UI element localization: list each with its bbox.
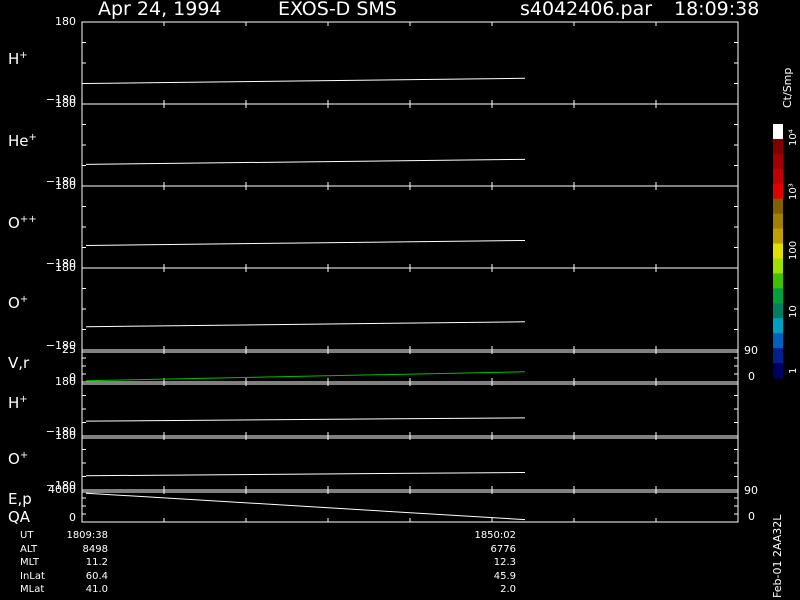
colorbar-segment — [773, 333, 783, 349]
colorbar-segment — [773, 348, 783, 364]
footer-value-start: 1809:38 — [66, 530, 108, 541]
footer-label-ut: UT — [20, 530, 34, 541]
plot-stamp: Feb-01 2AA32L — [771, 514, 784, 598]
colorbar-segment — [773, 228, 783, 245]
series-line-o-plus-2 — [85, 471, 526, 477]
right-tick-label-min: 0 — [748, 510, 755, 523]
colorbar-segment — [773, 124, 783, 140]
footer-label-alt: ALT — [20, 543, 38, 555]
colorbar-segment — [773, 318, 783, 334]
plot-title-time: 18:09:38 — [674, 0, 760, 20]
panel-label-h-plus: H+ — [8, 50, 28, 68]
y-tick-label-max: 180 — [55, 261, 76, 274]
panel-frame — [81, 381, 739, 437]
footer-value-start: 41.0 — [85, 584, 108, 595]
footer-value-start: 8498 — [82, 543, 108, 555]
right-tick-label-max: 90 — [744, 344, 758, 357]
footer-value-end: 1850:02 — [474, 530, 516, 541]
panel-label-h-plus-2: H+ — [8, 394, 28, 412]
series-line-h-plus — [85, 77, 526, 84]
colorbar-segment — [773, 243, 783, 259]
panel-label-o-plus: O+ — [8, 294, 29, 312]
panel-frame — [81, 185, 739, 269]
series-line-vr — [85, 371, 526, 382]
panel-frame — [81, 489, 739, 523]
series-line-o-plus — [85, 321, 526, 328]
colorbar-segment — [773, 138, 783, 155]
colorbar-segment — [773, 288, 783, 304]
y-tick-label-max: 4000 — [48, 483, 76, 496]
colorbar-segment — [773, 258, 783, 274]
panel-frame — [81, 267, 739, 351]
panel-label-he-plus: He+ — [8, 132, 37, 150]
right-tick-label-min: 0 — [748, 370, 755, 383]
colorbar-segment — [773, 273, 783, 289]
series-line-o-plus-plus — [85, 239, 526, 246]
colorbar-segment — [773, 183, 783, 200]
plot-title-date: Apr 24, 1994 — [98, 0, 222, 20]
right-tick-label-max: 90 — [744, 484, 758, 497]
panel-frame — [81, 21, 739, 105]
panel-label-o-plus-plus: O++ — [8, 214, 37, 232]
colorbar-tick-label: 10⁴ — [788, 129, 799, 146]
footer-label-mlt: MLT — [20, 557, 39, 568]
y-tick-label-max: 180 — [55, 375, 76, 388]
colorbar-segment — [773, 153, 783, 170]
colorbar-title: Ct/Smp — [781, 67, 794, 108]
plot-title-file: s4042406.par — [520, 0, 653, 20]
y-tick-label-max: 180 — [55, 97, 76, 110]
series-line-he-plus — [85, 158, 526, 165]
panel-frame — [81, 103, 739, 187]
series-line-ep — [85, 492, 526, 521]
y-tick-label-max: 25 — [62, 343, 76, 356]
colorbar-segment — [773, 303, 783, 319]
footer-value-end: 12.3 — [493, 557, 516, 568]
panel-label-o-plus-2: O+ — [8, 450, 29, 468]
colorbar-tick-label: 10³ — [788, 183, 799, 200]
colorbar-segment — [773, 363, 783, 379]
footer-value-end: 2.0 — [500, 584, 516, 595]
panel-label-qa: QA — [8, 508, 31, 526]
colorbar-segment — [773, 198, 783, 215]
colorbar-tick-label: 1 — [788, 367, 799, 374]
y-tick-label-max: 180 — [55, 15, 76, 28]
panel-label-ep: E,p — [8, 490, 32, 508]
panel-label-vr: V,r — [8, 354, 30, 372]
footer-value-end: 6776 — [490, 543, 516, 555]
plot-title-mission: EXOS-D SMS — [278, 0, 397, 20]
plot-area — [81, 21, 783, 523]
y-tick-label-max: 180 — [55, 429, 76, 442]
footer-value-start: 60.4 — [85, 570, 108, 582]
series-line-h-plus-2 — [85, 417, 526, 422]
colorbar-tick-label: 100 — [788, 240, 799, 260]
panel-frame — [81, 349, 739, 383]
footer-value-start: 11.2 — [85, 557, 108, 568]
y-tick-label-min: 0 — [69, 511, 76, 524]
y-tick-label-max: 180 — [55, 179, 76, 192]
colorbar-tick-label: 10 — [788, 305, 799, 318]
colorbar-segment — [773, 168, 783, 185]
footer-value-end: 45.9 — [493, 570, 516, 582]
panel-frame — [81, 435, 739, 491]
colorbar-segment — [773, 213, 783, 230]
